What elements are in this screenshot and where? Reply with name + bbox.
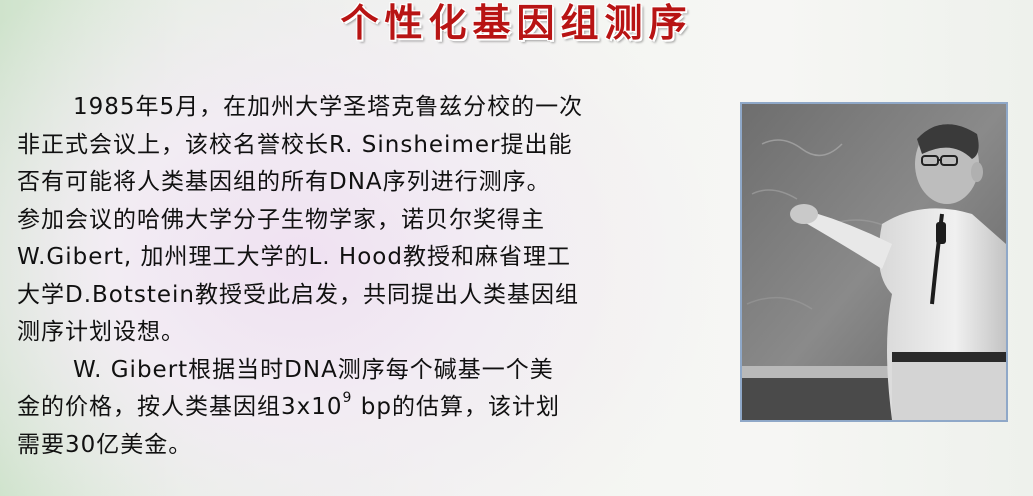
- paragraph-1-line-1: 1985年5月，在加州大学圣塔克鲁兹分校的一次: [73, 94, 584, 120]
- slide-title: 个性化基因组测序: [340, 1, 693, 45]
- paragraph-2-line-1: W. Gibert根据当时DNA测序每个碱基一个美: [73, 356, 554, 383]
- chalk-ledge: [742, 366, 902, 378]
- portrait-photo: [740, 102, 1008, 422]
- body-text: 1985年5月，在加州大学圣塔克鲁兹分校的一次 非正式会议上，该校名誉校长R. …: [17, 89, 722, 464]
- paragraph-1-line-3: 否有可能将人类基因组的所有DNA序列进行测序。: [17, 169, 551, 195]
- hand: [790, 204, 818, 224]
- paragraph-1-line-6: 大学D.Botstein教授受此启发，共同提出人类基因组: [17, 281, 580, 308]
- paragraph-2-line-2-after: bp的估算，该计划: [352, 394, 560, 420]
- paragraph-2-line-3: 需要30亿美金。: [17, 431, 193, 458]
- paragraph-2-line-2: 金的价格，按人类基因组3x109 bp的估算，该计划: [17, 389, 722, 427]
- paragraph-1-line-7: 测序计划设想。: [17, 319, 185, 345]
- paragraph-1-line-4: 参加会议的哈佛大学分子生物学家，诺贝尔奖得主: [17, 206, 545, 233]
- belt: [892, 352, 1006, 362]
- photo-illustration: [742, 104, 1006, 420]
- exponent: 9: [342, 390, 353, 406]
- paragraph-1-line-5: W.Gibert, 加州理工大学的L. Hood教授和麻省理工: [17, 244, 571, 270]
- paragraph-2-line-2-before: 金的价格，按人类基因组3x10: [17, 394, 343, 420]
- paragraph-1-line-2: 非正式会议上，该校名誉校长R. Sinsheimer提出能: [17, 131, 573, 158]
